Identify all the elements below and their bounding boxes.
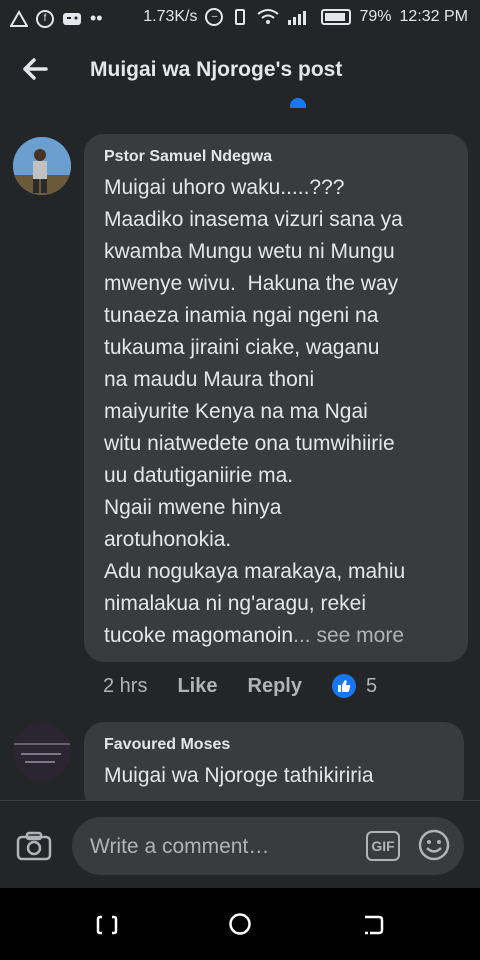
comment-input[interactable] [88, 817, 352, 877]
more-notifications-icon: •• [90, 8, 103, 28]
recent-apps-icon[interactable] [96, 914, 118, 936]
dnd-icon: – [205, 8, 224, 26]
reaction-count[interactable]: 5 [366, 675, 377, 698]
thumbs-up-icon[interactable] [331, 674, 356, 698]
signal-icon [288, 11, 307, 25]
status-bar-right: 1.73K/s – 79% 12:32 PM [143, 8, 468, 26]
vibrate-icon [235, 9, 246, 25]
battery-icon [321, 9, 352, 25]
like-button[interactable]: Like [177, 675, 217, 698]
comment-input-wrapper[interactable]: GIF [72, 817, 464, 877]
home-icon[interactable] [228, 912, 252, 936]
comment-actions: 2 hrs Like Reply 5 [103, 674, 407, 698]
comment-text: Muigai uhoro waku.....??? Maadiko inasem… [104, 172, 448, 652]
comment-author[interactable]: Pstor Samuel Ndegwa [104, 148, 448, 166]
previous-comment-remnant [140, 98, 400, 108]
comment-timestamp: 2 hrs [103, 674, 148, 697]
comment-author[interactable]: Favoured Moses [104, 736, 444, 754]
back-arrow-icon[interactable] [22, 56, 48, 82]
network-speed: 1.73K/s [143, 8, 198, 25]
facebook-notification-icon: f [36, 9, 54, 28]
see-more-link[interactable]: ... see more [293, 624, 404, 647]
avatar[interactable] [13, 723, 71, 781]
system-navigation-bar [0, 888, 480, 960]
camera-icon[interactable] [16, 831, 52, 861]
warning-icon [10, 9, 28, 27]
comment-body: Muigai wa Njoroge tathikiriria [104, 764, 374, 787]
comment-bubble[interactable]: Pstor Samuel Ndegwa Muigai uhoro waku...… [84, 134, 468, 662]
avatar[interactable] [13, 137, 71, 195]
battery-level: 79% [359, 8, 392, 25]
comment-body: Muigai uhoro waku.....??? Maadiko inasem… [104, 176, 406, 647]
avatar-photo [13, 723, 71, 781]
page-title: Muigai wa Njoroge's post [90, 58, 343, 81]
status-bar: f •• 1.73K/s – 79% 12:32 PM [0, 0, 480, 36]
emoji-icon[interactable] [418, 829, 450, 861]
game-controller-icon [63, 12, 81, 25]
comment-composer: GIF [0, 800, 480, 889]
app-bar: Muigai wa Njoroge's post [0, 36, 480, 106]
reply-button[interactable]: Reply [248, 675, 302, 698]
clock: 12:32 PM [399, 8, 468, 25]
wifi-icon [257, 9, 280, 24]
avatar-photo [13, 137, 71, 195]
status-bar-left-icons: f •• [10, 8, 103, 29]
comment-bubble[interactable]: Favoured Moses Muigai wa Njoroge tathiki… [84, 722, 464, 812]
gif-button[interactable]: GIF [366, 831, 400, 861]
back-nav-icon[interactable] [362, 914, 384, 936]
